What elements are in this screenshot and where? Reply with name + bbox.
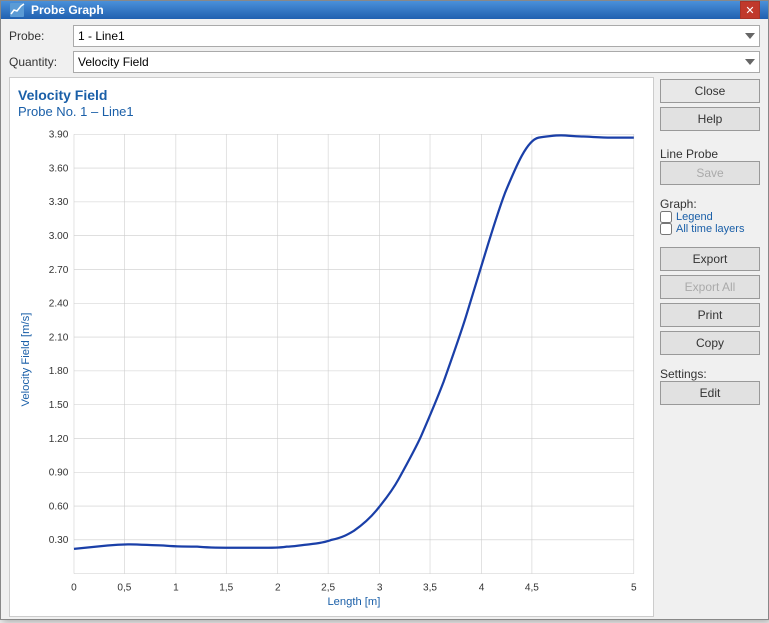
all-time-layers-row: All time layers [660,223,760,235]
svg-text:0.90: 0.90 [49,468,69,479]
svg-text:0.30: 0.30 [49,535,69,546]
main-content: Probe: 1 - Line1 Quantity: Velocity Fiel… [1,19,768,623]
copy-button[interactable]: Copy [660,331,760,355]
svg-text:3.30: 3.30 [49,197,69,208]
quantity-select[interactable]: Velocity Field [73,51,760,73]
chart-svg: 0.30 0.60 0.90 1.20 1.50 1.80 2.10 2.40 … [18,123,645,607]
legend-row: Legend [660,211,760,223]
quantity-label: Quantity: [9,55,69,69]
all-time-layers-checkbox[interactable] [660,223,672,235]
print-button[interactable]: Print [660,303,760,327]
svg-text:0: 0 [71,583,77,594]
save-button[interactable]: Save [660,161,760,185]
line-probe-label: Line Probe [660,147,760,161]
svg-text:3.00: 3.00 [49,231,69,242]
svg-text:2.10: 2.10 [49,333,69,344]
title-bar: Probe Graph ✕ [1,1,768,19]
export-all-button[interactable]: Export All [660,275,760,299]
svg-text:2: 2 [275,583,281,594]
top-buttons: Close Help [660,79,760,131]
svg-text:5: 5 [631,583,637,594]
export-button[interactable]: Export [660,247,760,271]
svg-text:3.60: 3.60 [49,164,69,175]
chart-title: Velocity Field [18,86,645,104]
line-probe-section: Line Probe Save [660,147,760,185]
window-close-button[interactable]: ✕ [740,1,760,19]
svg-text:1.20: 1.20 [49,434,69,445]
close-button[interactable]: Close [660,79,760,103]
svg-text:4: 4 [479,583,485,594]
svg-text:1.50: 1.50 [49,400,69,411]
settings-label: Settings: [660,367,760,381]
chart-container: 0.30 0.60 0.90 1.20 1.50 1.80 2.10 2.40 … [18,123,645,607]
probe-row: Probe: 1 - Line1 [9,25,760,47]
graph-label: Graph: [660,197,760,211]
svg-text:2.40: 2.40 [49,299,69,310]
svg-text:Length [m]: Length [m] [327,596,380,607]
svg-text:3.90: 3.90 [49,130,69,141]
export-section: Export Export All Print Copy [660,247,760,355]
quantity-row: Quantity: Velocity Field [9,51,760,73]
legend-checkbox-label: Legend [676,211,713,223]
svg-text:3,5: 3,5 [423,583,437,594]
main-area: Velocity Field Probe No. 1 – Line1 [9,77,760,617]
window-title: Probe Graph [31,3,104,17]
app-icon [9,2,25,18]
svg-text:0,5: 0,5 [117,583,131,594]
probe-label: Probe: [9,29,69,43]
svg-text:4,5: 4,5 [525,583,539,594]
graph-section: Graph: Legend All time layers [660,197,760,235]
svg-text:1: 1 [173,583,179,594]
probe-select[interactable]: 1 - Line1 [73,25,760,47]
all-time-layers-checkbox-label: All time layers [676,223,744,235]
settings-section: Settings: Edit [660,367,760,405]
chart-subtitle: Probe No. 1 – Line1 [18,104,645,119]
probe-graph-window: Probe Graph ✕ Probe: 1 - Line1 Quantity:… [0,0,769,620]
help-button[interactable]: Help [660,107,760,131]
title-bar-left: Probe Graph [9,2,104,18]
chart-panel: Velocity Field Probe No. 1 – Line1 [9,77,654,617]
svg-text:2,5: 2,5 [321,583,335,594]
legend-checkbox[interactable] [660,211,672,223]
svg-text:1.80: 1.80 [49,366,69,377]
svg-text:Velocity Field [m/s]: Velocity Field [m/s] [20,313,32,407]
svg-text:2.70: 2.70 [49,265,69,276]
right-panel: Close Help Line Probe Save Graph: Legend [660,77,760,617]
svg-text:0.60: 0.60 [49,502,69,513]
svg-text:1,5: 1,5 [219,583,233,594]
edit-button[interactable]: Edit [660,381,760,405]
svg-text:3: 3 [377,583,383,594]
